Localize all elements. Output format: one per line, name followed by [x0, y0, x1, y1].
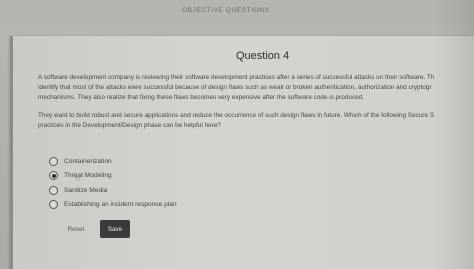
save-button[interactable]: Save [100, 220, 130, 238]
question-text: A software development company is review… [38, 73, 474, 103]
radio-button[interactable] [49, 200, 58, 209]
question-prompt-line: They want to build robust and secure app… [38, 112, 435, 119]
top-bar: OBJECTIVE QUESTIONS [0, 0, 474, 24]
radio-button-selected[interactable] [49, 171, 58, 180]
option-label: Sanitize Media [64, 186, 108, 194]
option-label: Establishing an incident response plan [64, 201, 177, 208]
option-label: Containerization [64, 157, 112, 165]
reset-button[interactable]: Reset [60, 221, 92, 237]
question-prompt-line: practices in the Development/Design phas… [38, 122, 221, 129]
mouse-cursor-icon: ☜ [74, 176, 81, 183]
answer-options: Containerization Threat Modeling Sanitiz… [49, 154, 177, 212]
option-label: Threat Modeling [64, 172, 112, 179]
question-text-line: A software development company is review… [38, 74, 435, 81]
question-text-line: mechanisms. They also realize that fixin… [38, 94, 364, 101]
radio-button[interactable] [49, 185, 58, 195]
option-incident-response-plan[interactable]: Establishing an incident response plan [49, 198, 177, 212]
option-containerization[interactable]: Containerization [49, 154, 177, 168]
radio-button[interactable] [49, 156, 58, 166]
section-title: OBJECTIVE QUESTIONS [182, 7, 270, 14]
question-text-line: identify that most of the attacks were s… [38, 84, 432, 91]
option-sanitize-media[interactable]: Sanitize Media [49, 183, 177, 197]
question-title: Question 4 [236, 50, 290, 62]
option-threat-modeling[interactable]: Threat Modeling [49, 169, 177, 183]
question-prompt: They want to build robust and secure app… [38, 111, 474, 131]
screen: OBJECTIVE QUESTIONS Question 4 A softwar… [0, 0, 474, 269]
